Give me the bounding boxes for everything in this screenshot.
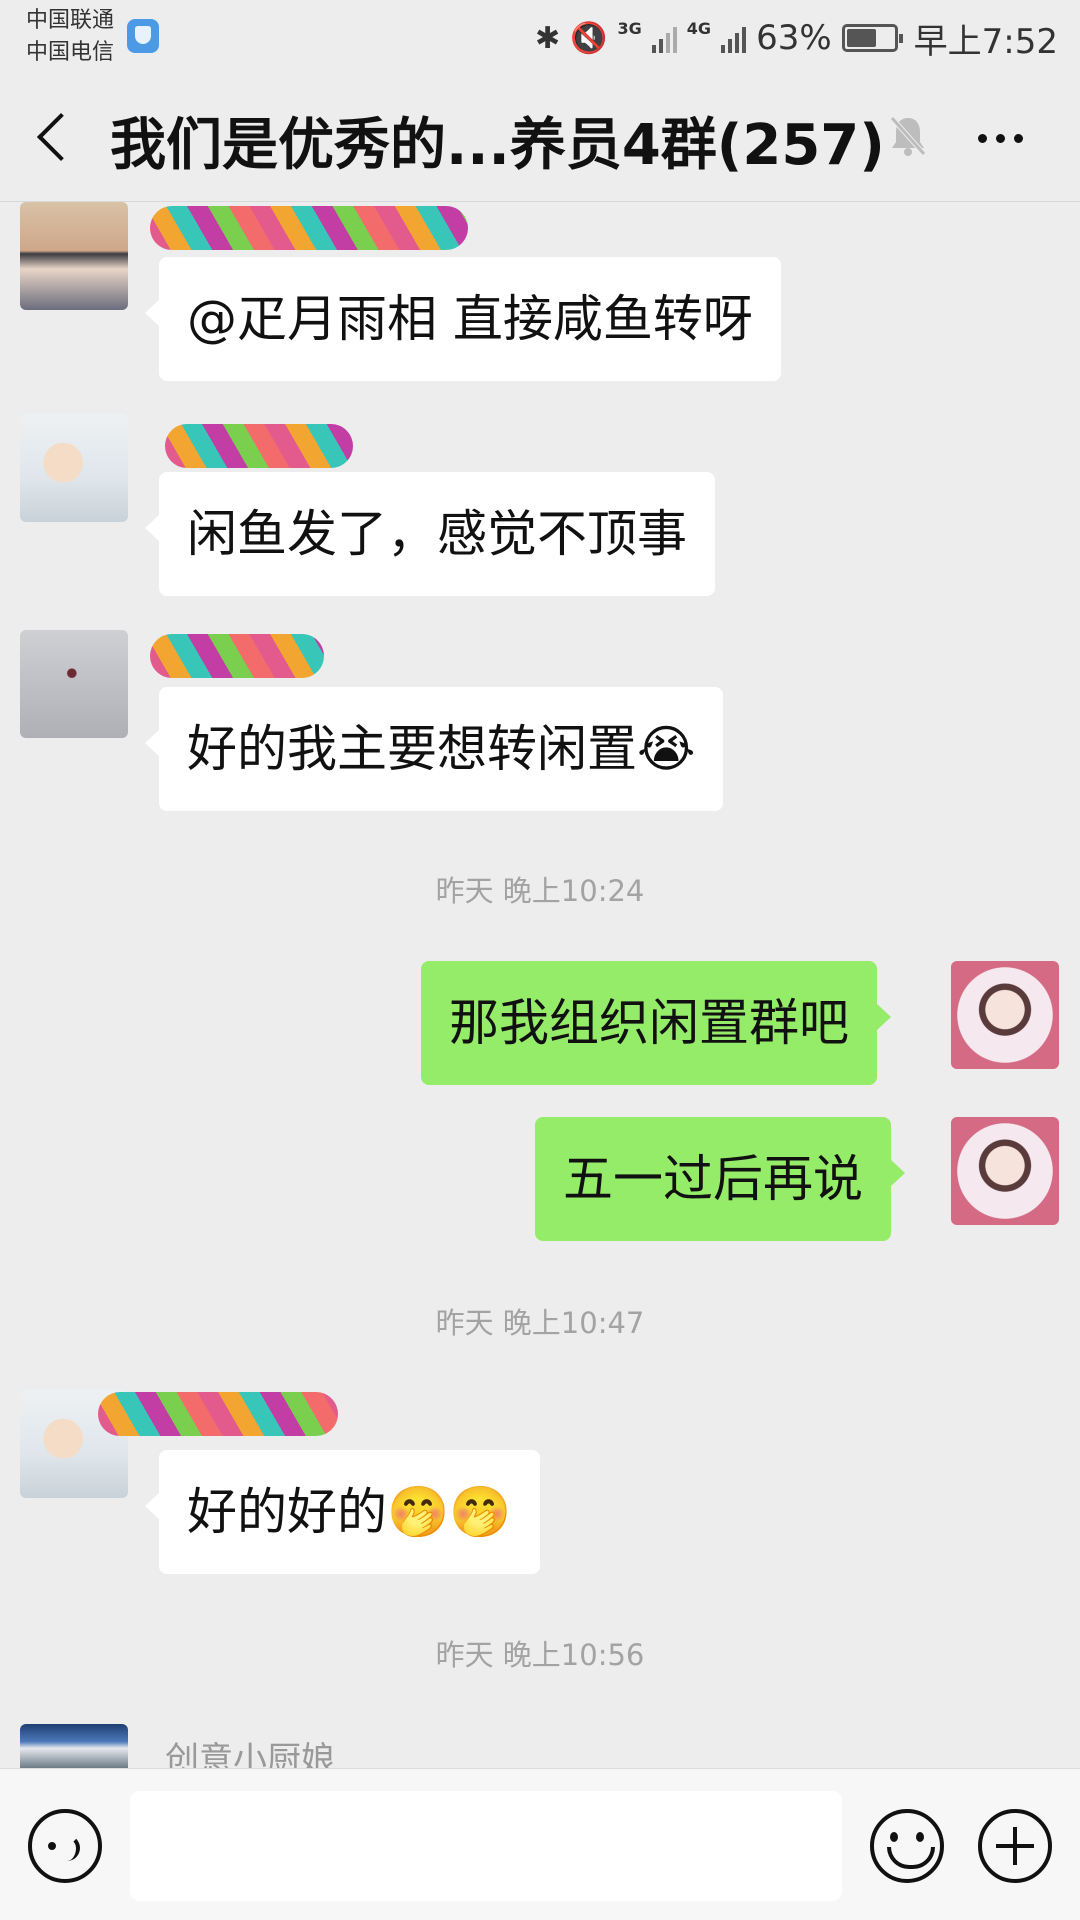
- sender-name-redacted: [98, 1392, 338, 1436]
- sender-name-redacted: [150, 206, 468, 250]
- mute-icon: [890, 116, 926, 156]
- more-icon[interactable]: [978, 134, 1023, 143]
- avatar[interactable]: [20, 414, 128, 522]
- battery-percent: 63%: [756, 18, 832, 58]
- avatar[interactable]: [20, 630, 128, 738]
- sender-name-redacted: [150, 634, 324, 678]
- network-type-1: 3G: [617, 18, 642, 38]
- mute-speaker-icon: 🔇: [570, 20, 608, 56]
- message-bubble[interactable]: 好的好的🤭🤭: [145, 1450, 540, 1574]
- message-bubble[interactable]: @疋月雨相 直接咸鱼转呀: [145, 257, 781, 381]
- carrier-label-1: 中国联通: [26, 8, 115, 33]
- message-input[interactable]: [130, 1791, 842, 1901]
- battery-level-fill: [846, 29, 876, 47]
- signal-icon-1: [651, 23, 677, 53]
- avatar[interactable]: [951, 1117, 1059, 1225]
- input-bar: [0, 1768, 1080, 1920]
- status-indicators: ✱ 🔇 3G 4G 63% 早上7:52: [535, 14, 1058, 62]
- message-bubble[interactable]: 五一过后再说: [535, 1117, 905, 1241]
- message-bubble[interactable]: 好的我主要想转闲置😭: [144, 687, 724, 811]
- avatar[interactable]: [20, 202, 128, 310]
- message-bubble[interactable]: 那我组织闲置群吧: [421, 961, 891, 1085]
- carrier-label-2: 中国电信: [26, 40, 115, 65]
- bluetooth-icon: ✱: [535, 20, 561, 56]
- plus-icon[interactable]: [978, 1809, 1052, 1883]
- timestamp: 昨天 晚上10:24: [435, 874, 645, 908]
- network-type-2: 4G: [686, 18, 712, 38]
- timestamp: 昨天 晚上10:47: [435, 1306, 645, 1340]
- battery-icon: [841, 24, 903, 52]
- voice-icon[interactable]: [28, 1809, 102, 1883]
- chat-title: 我们是优秀的...养员4群(257): [110, 113, 885, 178]
- sender-name-redacted: [165, 424, 353, 468]
- status-clock: 早上7:52: [913, 21, 1058, 62]
- signal-icon-2: [721, 23, 747, 53]
- status-bar: 中国联通 中国电信 ✱ 🔇 3G 4G 63% 早上7:52: [0, 0, 1080, 78]
- emoji-icon[interactable]: [870, 1809, 944, 1883]
- avatar[interactable]: [951, 961, 1059, 1069]
- message-bubble[interactable]: 闲鱼发了，感觉不顶事: [145, 472, 715, 596]
- avatar[interactable]: [20, 1724, 128, 1768]
- chat-header: 我们是优秀的...养员4群(257): [0, 78, 1080, 202]
- back-icon[interactable]: [36, 112, 86, 162]
- timestamp: 昨天 晚上10:56: [435, 1638, 645, 1672]
- shield-icon: [127, 19, 159, 53]
